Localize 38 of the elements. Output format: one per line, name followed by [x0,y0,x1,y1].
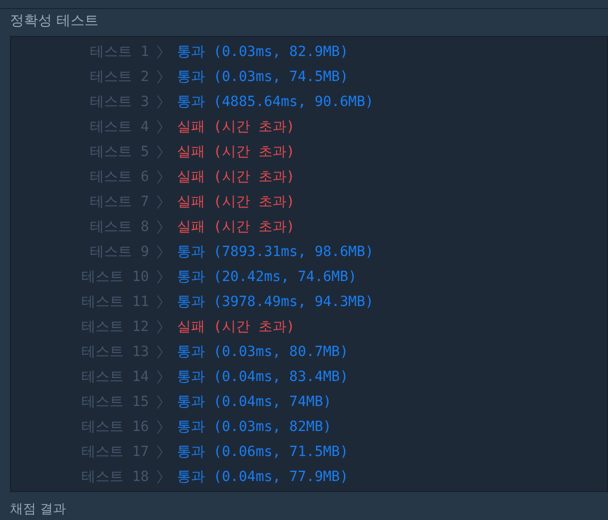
chevron-icon [157,344,163,358]
section-title: 정확성 테스트 [9,12,100,31]
test-result: 통과 (3978.49ms, 94.3MB) [177,292,374,310]
chevron-icon [157,420,163,434]
test-result: 실패 (시간 초과) [177,192,295,210]
test-result: 통과 (20.42ms, 74.6MB) [177,268,357,286]
test-result: 통과 (0.03ms, 82.9MB) [177,42,348,60]
test-result: 통과 (0.03ms, 80.7MB) [177,342,348,360]
test-result: 실패 (시간 초과) [177,318,295,336]
chevron-icon [157,70,163,84]
chevron-icon [157,194,163,208]
chevron-icon [157,370,163,384]
test-result: 실패 (시간 초과) [177,218,295,236]
chevron-icon [157,394,163,408]
test-result: 통과 (4885.64ms, 90.6MB) [177,92,374,110]
test-result: 통과 (0.03ms, 82MB) [177,418,332,436]
chevron-icon [157,294,163,308]
chevron-icon [157,244,163,258]
chevron-icon [157,120,163,134]
chevron-icon [157,44,163,58]
chevron-icon [157,470,163,484]
chevron-icon [157,320,163,334]
test-result: 통과 (0.04ms, 83.4MB) [177,368,348,386]
test-result: 실패 (시간 초과) [177,168,295,186]
section-title: 채점 결과 [9,501,68,518]
test-result: 통과 (0.06ms, 71.5MB) [177,442,348,460]
test-result: 통과 (0.04ms, 74MB) [177,392,332,410]
test-result: 통과 (0.03ms, 74.5MB) [177,68,348,86]
chevron-icon [157,144,163,158]
test-result: 통과 (0.04ms, 77.9MB) [177,468,348,486]
test-result: 실패 (시간 초과) [177,142,295,160]
chevron-icon [157,94,163,108]
chevron-icon [157,220,163,234]
test-result: 통과 (7893.31ms, 98.6MB) [177,242,374,260]
chevron-icon [157,270,163,284]
test-result: 실패 (시간 초과) [177,118,295,136]
chevron-icon [157,170,163,184]
chevron-icon [157,444,163,458]
